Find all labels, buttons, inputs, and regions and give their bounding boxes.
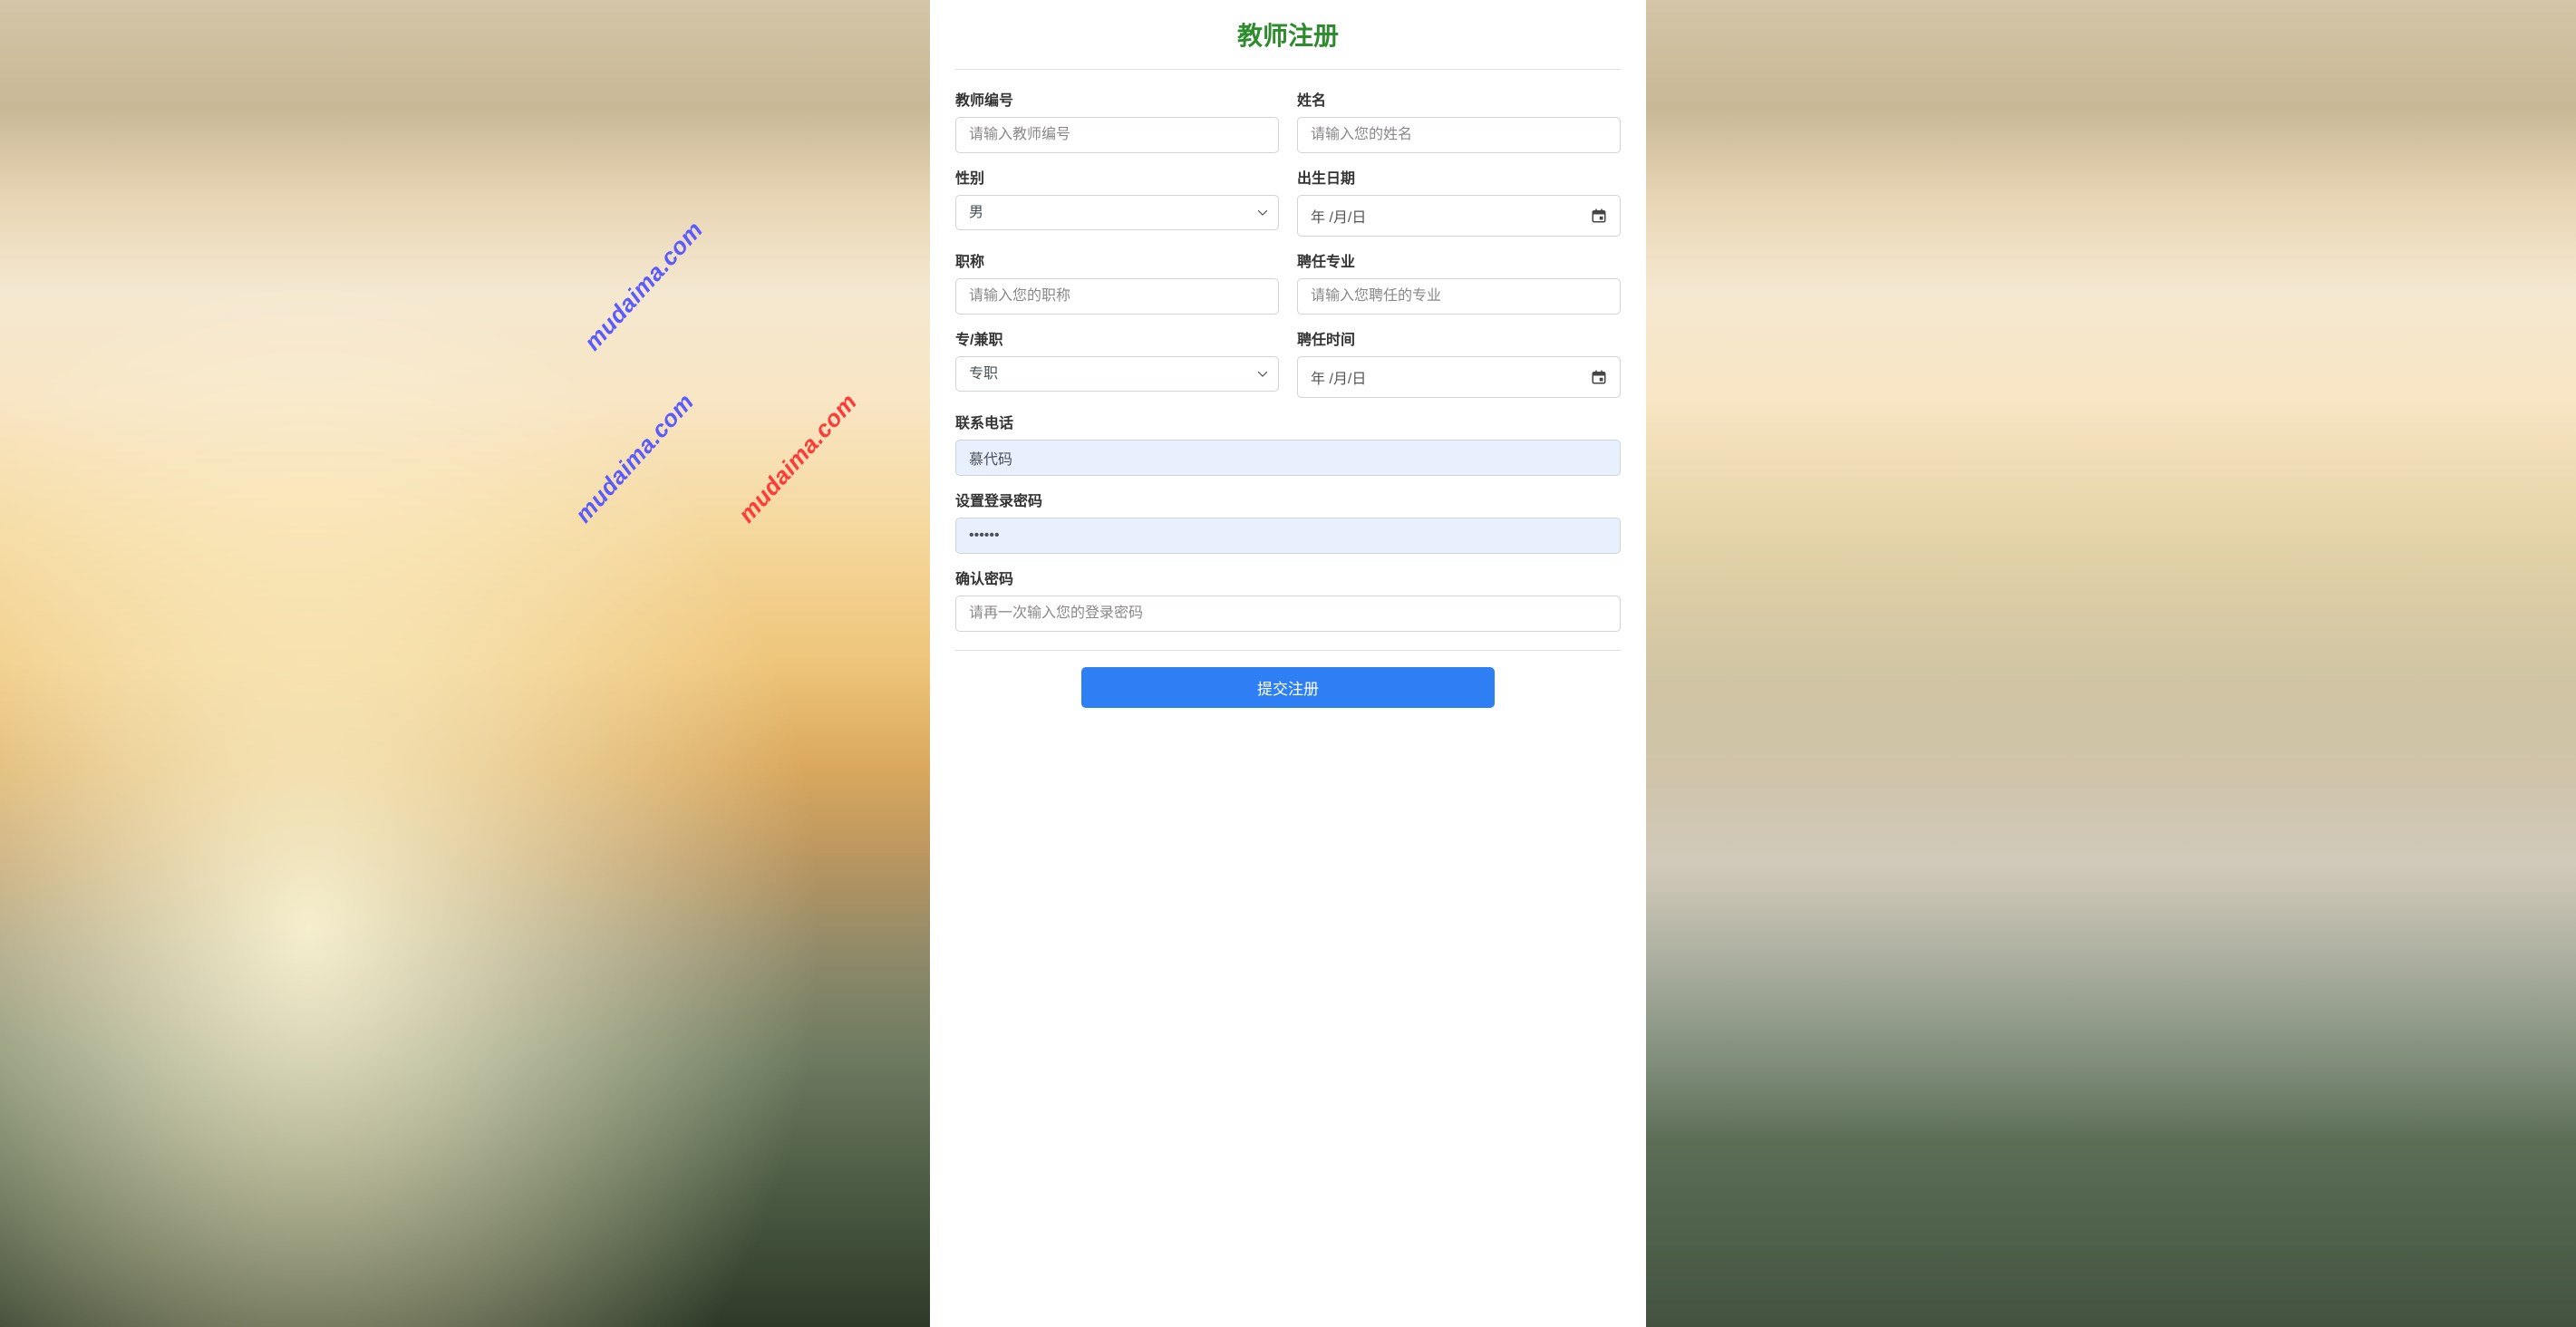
name-label: 姓名	[1297, 88, 1621, 110]
phone-label: 联系电话	[955, 411, 1621, 432]
confirm-password-label: 确认密码	[955, 567, 1621, 588]
birth-date-label: 出生日期	[1297, 166, 1621, 188]
title-input[interactable]	[955, 278, 1279, 315]
watermark-text: mudaima.com	[569, 388, 700, 528]
calendar-icon	[1591, 208, 1607, 224]
watermark-text: mudaima.com	[578, 216, 709, 356]
watermark-text: mudaima.com	[732, 388, 863, 528]
hire-date-label: 聘任时间	[1297, 327, 1621, 349]
password-label: 设置登录密码	[955, 489, 1621, 510]
password-group: 设置登录密码	[955, 489, 1621, 554]
gender-select[interactable]: 男	[955, 195, 1279, 230]
gender-label: 性别	[955, 166, 1279, 188]
teacher-id-group: 教师编号	[955, 88, 1279, 153]
title-group: 职称	[955, 249, 1279, 315]
birth-date-input[interactable]: 年 /月/日	[1297, 195, 1621, 237]
phone-input[interactable]	[955, 440, 1621, 476]
birth-date-placeholder: 年 /月/日	[1311, 205, 1366, 227]
employment-type-select[interactable]: 专职	[955, 356, 1279, 392]
hire-date-group: 聘任时间 年 /月/日	[1297, 327, 1621, 398]
hire-date-input[interactable]: 年 /月/日	[1297, 356, 1621, 398]
form-grid: 教师编号 姓名 性别 男 出生日期 年 /月/日	[955, 88, 1621, 708]
phone-group: 联系电话	[955, 411, 1621, 476]
name-group: 姓名	[1297, 88, 1621, 153]
registration-form-card: 教师注册 教师编号 姓名 性别 男 出生日期 年 /月/日	[930, 0, 1646, 1327]
title-label: 职称	[955, 249, 1279, 271]
name-input[interactable]	[1297, 117, 1621, 153]
employment-type-label: 专/兼职	[955, 327, 1279, 349]
major-group: 聘任专业	[1297, 249, 1621, 315]
major-input[interactable]	[1297, 278, 1621, 315]
teacher-id-input[interactable]	[955, 117, 1279, 153]
divider	[955, 650, 1621, 651]
submit-button[interactable]: 提交注册	[1081, 667, 1494, 708]
major-label: 聘任专业	[1297, 249, 1621, 271]
confirm-password-input[interactable]	[955, 596, 1621, 632]
password-input[interactable]	[955, 518, 1621, 554]
hire-date-placeholder: 年 /月/日	[1311, 366, 1366, 388]
employment-type-group: 专/兼职 专职	[955, 327, 1279, 398]
calendar-icon	[1591, 369, 1607, 385]
confirm-password-group: 确认密码	[955, 567, 1621, 632]
gender-group: 性别 男	[955, 166, 1279, 237]
birth-date-group: 出生日期 年 /月/日	[1297, 166, 1621, 237]
page-title: 教师注册	[955, 9, 1621, 70]
teacher-id-label: 教师编号	[955, 88, 1279, 110]
